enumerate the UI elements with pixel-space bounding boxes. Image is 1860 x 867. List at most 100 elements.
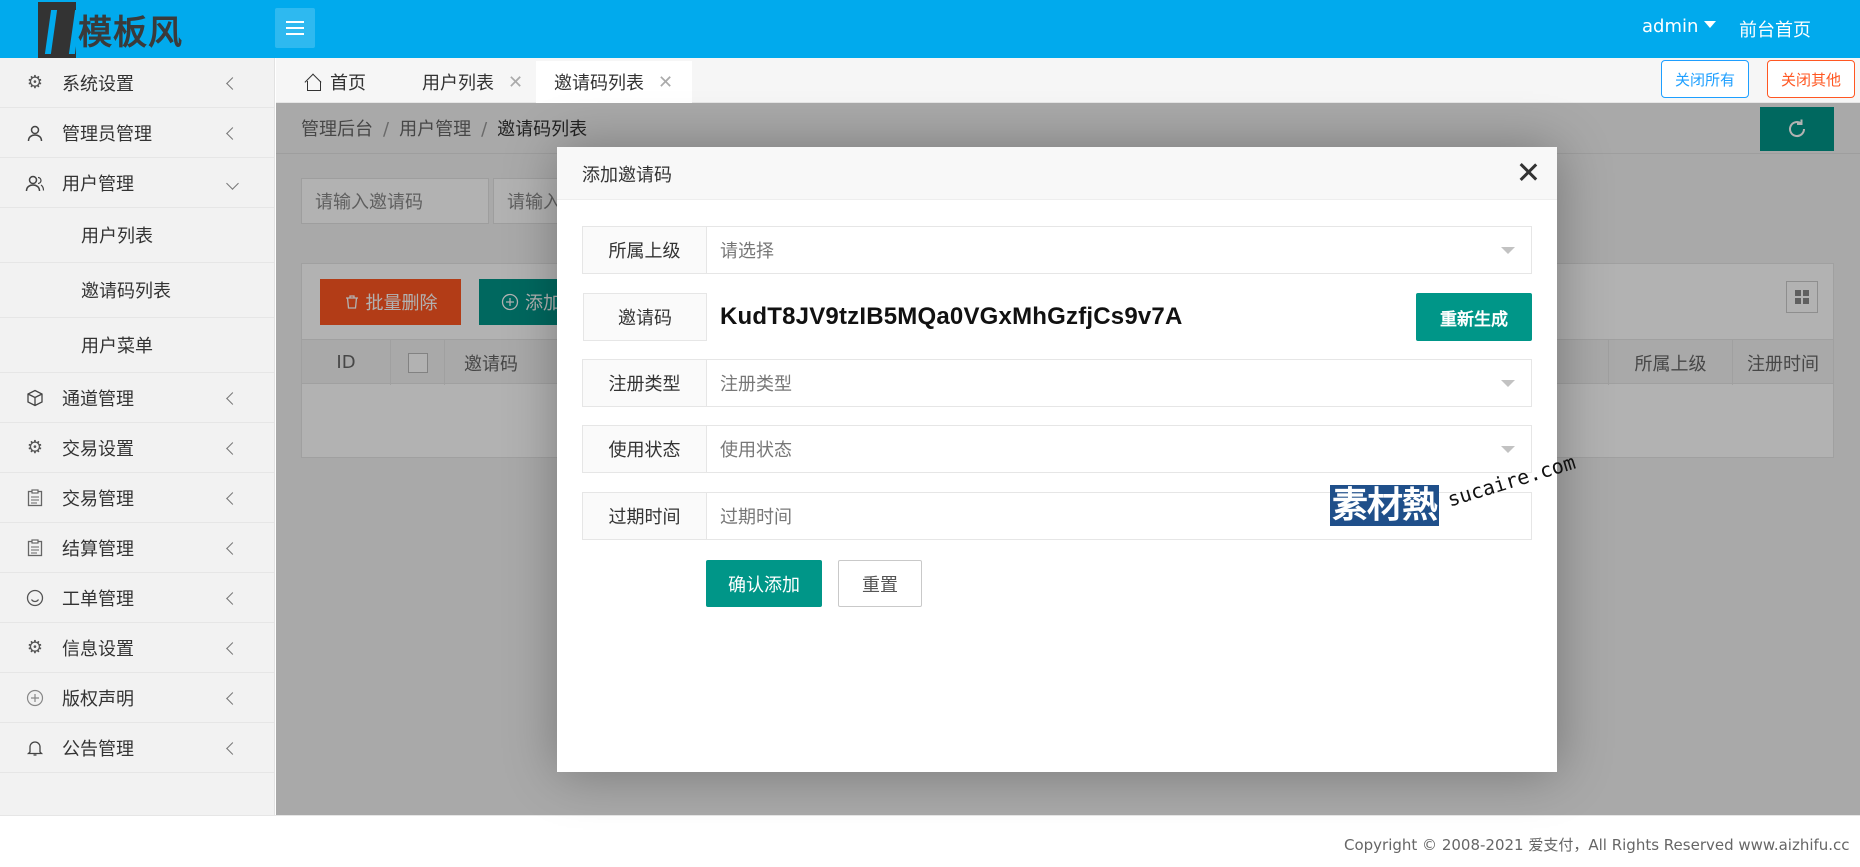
chevron-left-icon <box>226 73 239 92</box>
watermark: 素材熱 sucaire.com <box>1330 450 1580 542</box>
username-label: admin <box>1642 16 1699 37</box>
caret-down-icon <box>1501 446 1515 453</box>
field-label: 所属上级 <box>583 227 707 273</box>
sidebar-item-trade-settings[interactable]: ⚙ 交易设置 <box>0 423 274 473</box>
sidebar: ⚙ 系统设置 管理员管理 用户管理 用户列表 邀请码列表 用户菜单 通道管理 ⚙… <box>0 58 275 815</box>
caret-down-icon <box>1501 247 1515 254</box>
sidebar-item-label: 交易管理 <box>62 488 134 510</box>
chevron-down-icon <box>226 173 239 192</box>
close-icon[interactable] <box>1517 161 1539 183</box>
gear-icon: ⚙ <box>26 436 44 458</box>
chevron-left-icon <box>226 438 239 457</box>
gear-icon: ⚙ <box>26 636 44 658</box>
regenerate-button[interactable]: 重新生成 <box>1416 293 1532 341</box>
logo-text: 模板风 <box>78 12 183 53</box>
tab-invite-code-list[interactable]: 邀请码列表 ✕ <box>536 61 692 103</box>
field-label: 邀请码 <box>583 293 707 341</box>
sidebar-item-copyright[interactable]: 版权声明 <box>0 673 274 723</box>
sidebar-item-label: 结算管理 <box>62 538 134 560</box>
close-other-tabs-button[interactable]: 关闭其他 <box>1767 60 1856 98</box>
home-icon <box>304 74 322 91</box>
caret-down-icon <box>1704 21 1717 28</box>
chevron-left-icon <box>226 738 239 757</box>
usage-status-select[interactable]: 使用状态 使用状态 <box>582 425 1532 473</box>
user-menu[interactable]: admin <box>1642 16 1717 37</box>
chevron-left-icon <box>226 638 239 657</box>
menu-icon-line <box>286 33 304 35</box>
plus-circle-icon <box>25 688 45 708</box>
reset-button[interactable]: 重置 <box>838 560 922 607</box>
sidebar-item-label: 邀请码列表 <box>81 281 171 302</box>
invite-code-value: KudT8JV9tzIB5MQa0VGxMhGzfjCs9v7A <box>720 303 1183 330</box>
modal-title: 添加邀请码 <box>582 165 672 186</box>
sidebar-item-label: 用户菜单 <box>81 336 153 357</box>
sidebar-item-label: 通道管理 <box>62 388 134 410</box>
register-type-select[interactable]: 注册类型 注册类型 <box>582 359 1532 407</box>
sidebar-item-label: 信息设置 <box>62 638 134 660</box>
chevron-left-icon <box>226 488 239 507</box>
confirm-add-button[interactable]: 确认添加 <box>706 560 822 607</box>
close-all-tabs-button[interactable]: 关闭所有 <box>1661 60 1750 98</box>
logo-mark-icon <box>38 2 76 58</box>
sidebar-item-channel-management[interactable]: 通道管理 <box>0 373 274 423</box>
sidebar-item-settlement-management[interactable]: 结算管理 <box>0 523 274 573</box>
parent-select-placeholder: 请选择 <box>720 241 774 262</box>
smile-icon <box>25 588 45 608</box>
expire-time-placeholder: 过期时间 <box>720 507 792 528</box>
register-type-placeholder: 注册类型 <box>720 374 792 395</box>
field-label: 过期时间 <box>583 493 707 539</box>
tab-bar: 首页 用户列表 ✕ 邀请码列表 ✕ <box>276 58 1860 103</box>
chevron-left-icon <box>226 588 239 607</box>
gear-icon: ⚙ <box>26 71 44 93</box>
menu-icon-line <box>286 27 304 29</box>
user-icon <box>25 123 45 143</box>
sidebar-item-label: 版权声明 <box>62 688 134 710</box>
parent-select[interactable]: 所属上级 请选择 <box>582 226 1532 274</box>
sidebar-item-system-settings[interactable]: ⚙ 系统设置 <box>0 58 274 108</box>
invite-code-row: 邀请码 KudT8JV9tzIB5MQa0VGxMhGzfjCs9v7A 重新生… <box>582 292 1532 341</box>
sidebar-item-user-management[interactable]: 用户管理 <box>0 158 274 208</box>
sidebar-item-info-settings[interactable]: ⚙ 信息设置 <box>0 623 274 673</box>
sidebar-subitem-invite-code-list[interactable]: 邀请码列表 <box>0 263 274 318</box>
menu-icon-line <box>286 21 304 23</box>
tab-home[interactable]: 首页 <box>304 61 386 103</box>
tab-label: 用户列表 <box>422 73 494 94</box>
sidebar-item-label: 公告管理 <box>62 738 134 760</box>
usage-status-placeholder: 使用状态 <box>720 440 792 461</box>
clipboard-icon <box>25 538 45 558</box>
logo[interactable]: 模板风 <box>38 0 208 58</box>
sidebar-item-announcement-management[interactable]: 公告管理 <box>0 723 274 773</box>
sidebar-item-admin-management[interactable]: 管理员管理 <box>0 108 274 158</box>
clipboard-icon <box>25 488 45 508</box>
sidebar-item-label: 系统设置 <box>62 73 134 95</box>
chevron-left-icon <box>226 688 239 707</box>
top-header: 模板风 admin 前台首页 <box>0 0 1860 58</box>
caret-down-icon <box>1501 380 1515 387</box>
close-icon[interactable]: ✕ <box>508 72 523 93</box>
chevron-left-icon <box>226 388 239 407</box>
sidebar-item-label: 用户管理 <box>62 173 134 195</box>
watermark-logo-text: 素材熱 <box>1330 485 1440 526</box>
users-icon <box>25 173 45 193</box>
sidebar-item-label: 工单管理 <box>62 588 134 610</box>
footer: Copyright © 2008-2021 爱支付，All Rights Res… <box>0 815 1860 867</box>
front-home-link[interactable]: 前台首页 <box>1739 16 1811 42</box>
field-label: 注册类型 <box>583 360 707 406</box>
field-label: 使用状态 <box>583 426 707 472</box>
sidebar-item-ticket-management[interactable]: 工单管理 <box>0 573 274 623</box>
watermark-logo: 素材熱 <box>1330 476 1440 528</box>
sidebar-item-trade-management[interactable]: 交易管理 <box>0 473 274 523</box>
tab-label: 首页 <box>330 73 366 94</box>
add-invite-code-modal: 添加邀请码 所属上级 请选择 邀请码 KudT8JV9tzIB5MQa0VGxM… <box>557 147 1557 772</box>
close-icon[interactable]: ✕ <box>658 72 673 93</box>
copyright-text: Copyright © 2008-2021 爱支付，All Rights Res… <box>1344 836 1850 854</box>
cube-icon <box>25 388 45 408</box>
chevron-left-icon <box>226 538 239 557</box>
sidebar-subitem-user-menu[interactable]: 用户菜单 <box>0 318 274 373</box>
menu-toggle-button[interactable] <box>275 8 315 48</box>
tab-label: 邀请码列表 <box>554 73 644 94</box>
sidebar-item-label: 用户列表 <box>81 226 153 247</box>
bell-icon <box>25 738 45 758</box>
sidebar-subitem-user-list[interactable]: 用户列表 <box>0 208 274 263</box>
chevron-left-icon <box>226 123 239 142</box>
